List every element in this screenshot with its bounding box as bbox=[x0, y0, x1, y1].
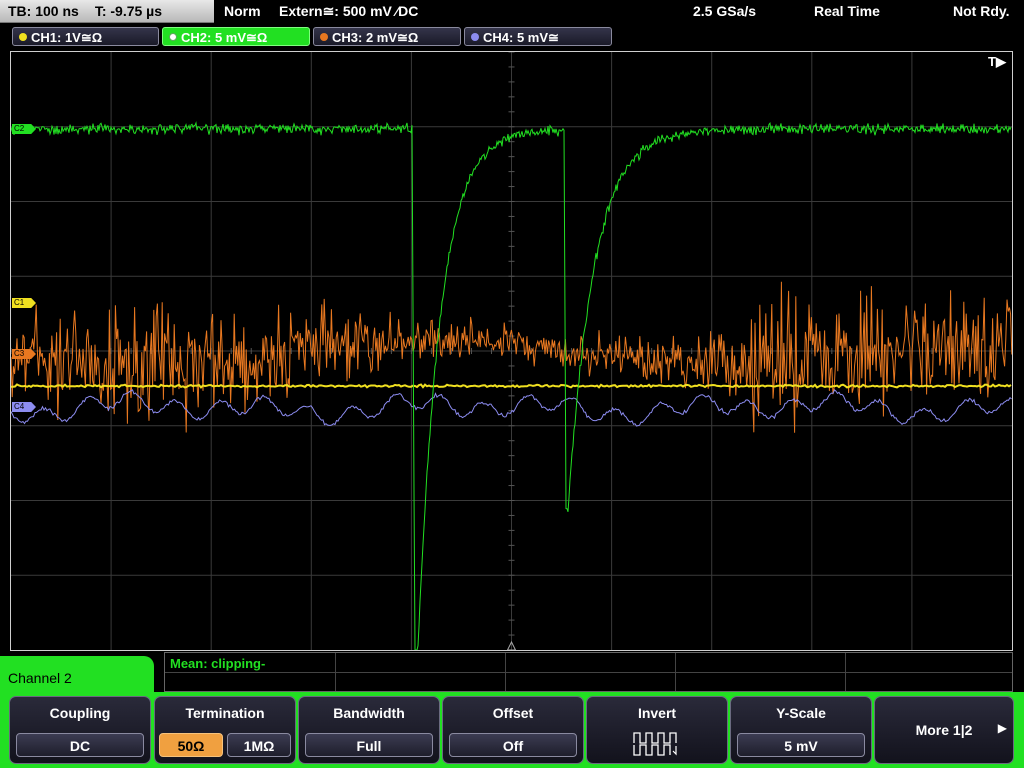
status-bar: TB: 100 ns T: -9.75 µs Norm Extern≅: 500 … bbox=[0, 0, 1024, 25]
acquisition-mode: Real Time bbox=[814, 3, 880, 19]
offset-title: Offset bbox=[492, 705, 534, 721]
trigger-time-value: T: -9.75 µs bbox=[94, 3, 163, 19]
softkey-bar: Coupling DC Termination 50Ω 1MΩ Bandwidt… bbox=[0, 692, 1024, 768]
ch2-dot-icon bbox=[169, 33, 177, 41]
coupling-title: Coupling bbox=[49, 705, 111, 721]
tab-ch4-label: CH4: 5 mV≅ bbox=[483, 30, 559, 45]
meas-divider bbox=[845, 653, 846, 691]
trigger-mode[interactable]: Norm bbox=[224, 0, 261, 23]
tab-ch3[interactable]: CH3: 2 mV≅Ω bbox=[313, 27, 461, 46]
yscale-title: Y-Scale bbox=[776, 705, 826, 721]
sample-rate: 2.5 GSa/s bbox=[693, 3, 757, 19]
meas-divider bbox=[505, 653, 506, 691]
coupling-softkey[interactable]: Coupling DC bbox=[9, 696, 151, 764]
offset-softkey[interactable]: Offset Off bbox=[442, 696, 584, 764]
bandwidth-softkey[interactable]: Bandwidth Full bbox=[298, 696, 440, 764]
more-softkey[interactable]: More 1|2 ▶ bbox=[874, 696, 1014, 764]
measurement-result: Mean: clipping- bbox=[170, 656, 266, 671]
ch1-level-marker[interactable]: C1 bbox=[12, 298, 36, 308]
meas-divider bbox=[675, 653, 676, 691]
termination-title: Termination bbox=[185, 705, 265, 721]
measurement-panel: Mean: clipping- bbox=[164, 652, 1013, 692]
ch4-level-marker[interactable]: C4 bbox=[12, 402, 36, 412]
ch4-dot-icon bbox=[471, 33, 479, 41]
ch3-level-marker[interactable]: C3 bbox=[12, 349, 36, 359]
meas-divider bbox=[165, 672, 1012, 673]
termination-1mohm[interactable]: 1MΩ bbox=[227, 733, 291, 757]
timebase-box[interactable]: TB: 100 ns T: -9.75 µs bbox=[0, 0, 214, 23]
yscale-value[interactable]: 5 mV bbox=[737, 733, 865, 757]
invert-softkey[interactable]: Invert bbox=[586, 696, 728, 764]
meas-divider bbox=[335, 653, 336, 691]
ch3-dot-icon bbox=[320, 33, 328, 41]
termination-50ohm[interactable]: 50Ω bbox=[159, 733, 223, 757]
trigger-position-icon: T▶ bbox=[988, 54, 1006, 69]
invert-title: Invert bbox=[637, 705, 677, 721]
timebase-value: TB: 100 ns bbox=[8, 3, 79, 19]
yscale-softkey[interactable]: Y-Scale 5 mV bbox=[730, 696, 872, 764]
tab-ch1[interactable]: CH1: 1V≅Ω bbox=[12, 27, 159, 46]
waveform-display[interactable]: T▶ C2 C1 C3 C4 bbox=[10, 51, 1013, 651]
termination-softkey[interactable]: Termination 50Ω 1MΩ bbox=[154, 696, 296, 764]
tab-ch2-label: CH2: 5 mV≅Ω bbox=[181, 30, 268, 45]
channel-tabs: CH1: 1V≅Ω CH2: 5 mV≅Ω CH3: 2 mV≅Ω CH4: 5… bbox=[0, 26, 1024, 48]
tab-ch2[interactable]: CH2: 5 mV≅Ω bbox=[162, 27, 310, 46]
run-status[interactable]: Not Rdy. bbox=[953, 0, 1010, 23]
ch1-dot-icon bbox=[19, 33, 27, 41]
trigger-source[interactable]: Extern≅: 500 mV ⁄DC bbox=[279, 0, 418, 23]
bandwidth-title: Bandwidth bbox=[333, 705, 405, 721]
offset-value[interactable]: Off bbox=[449, 733, 577, 757]
tab-ch4[interactable]: CH4: 5 mV≅ bbox=[464, 27, 612, 46]
more-label: More 1|2 bbox=[915, 722, 973, 738]
tab-ch1-label: CH1: 1V≅Ω bbox=[31, 30, 103, 45]
coupling-value[interactable]: DC bbox=[16, 733, 144, 757]
tab-ch3-label: CH3: 2 mV≅Ω bbox=[332, 30, 419, 45]
waveform-canvas bbox=[11, 52, 1012, 650]
more-arrow-icon: ▶ bbox=[997, 721, 1007, 735]
invert-waveform-icon bbox=[633, 732, 677, 756]
bandwidth-value[interactable]: Full bbox=[305, 733, 433, 757]
ch2-level-marker[interactable]: C2 bbox=[12, 124, 36, 134]
